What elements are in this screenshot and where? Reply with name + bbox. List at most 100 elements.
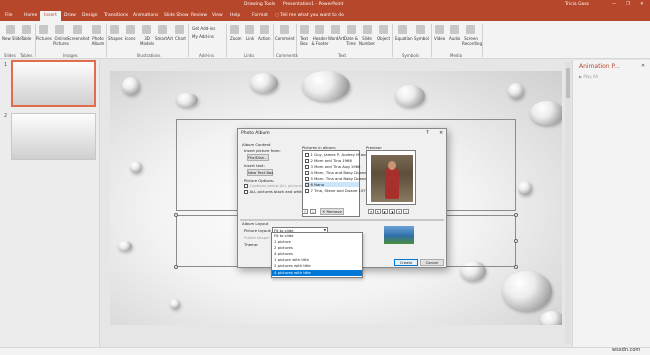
header-footer-icon[interactable] xyxy=(315,25,324,34)
captions-below-checkbox[interactable]: Captions below ALL pictures xyxy=(244,183,303,188)
slide-thumbnail-1[interactable] xyxy=(11,60,96,107)
pictures-button[interactable]: Pictures xyxy=(36,36,52,41)
vertical-scrollbar[interactable] xyxy=(565,62,571,344)
tab-review[interactable]: Review xyxy=(191,13,207,18)
zoom-button[interactable]: Zoom xyxy=(230,36,242,41)
file-disk-button[interactable]: File/Disk... xyxy=(247,154,269,161)
object-icon[interactable] xyxy=(379,25,388,34)
tab-draw[interactable]: Draw xyxy=(64,13,76,18)
my-add-ins-button[interactable]: My Add-ins xyxy=(192,34,214,39)
link-icon[interactable] xyxy=(245,25,254,34)
minimize-icon[interactable]: — xyxy=(612,2,617,7)
tab-format[interactable]: Format xyxy=(252,13,268,18)
screen-recording-button[interactable]: Screen Recording xyxy=(462,36,482,46)
video-icon[interactable] xyxy=(435,25,444,34)
smartart-button[interactable]: SmartArt xyxy=(155,36,173,41)
get-add-ins-button[interactable]: Get Add-ins xyxy=(192,26,215,31)
link-button[interactable]: Link xyxy=(246,36,254,41)
comment-icon[interactable] xyxy=(280,25,289,34)
remove-button[interactable]: ✕ Remove xyxy=(320,208,344,215)
wordart-button[interactable]: WordArt xyxy=(328,36,344,41)
tab-transitions[interactable]: Transitions xyxy=(104,13,128,18)
restore-icon[interactable]: ❐ xyxy=(626,2,630,7)
dropdown-option-highlighted[interactable]: 4 pictures with title xyxy=(272,270,362,276)
resize-handle[interactable] xyxy=(514,213,518,217)
user-name[interactable]: Tricia Goss xyxy=(565,2,589,7)
icons-icon[interactable] xyxy=(126,25,135,34)
shapes-button[interactable]: Shapes xyxy=(108,36,123,41)
rotate-right-icon[interactable]: ↻ xyxy=(375,209,381,214)
pictures-icon[interactable] xyxy=(39,25,48,34)
table-button[interactable]: Table xyxy=(21,36,31,41)
wordart-icon[interactable] xyxy=(331,25,340,34)
header-footer-button[interactable]: Header & Footer xyxy=(311,36,329,46)
table-icon[interactable] xyxy=(22,25,31,34)
online-pictures-icon[interactable] xyxy=(55,25,64,34)
brightness-up-icon[interactable]: ☀ xyxy=(396,209,402,214)
tab-design[interactable]: Design xyxy=(82,13,98,18)
chart-icon[interactable] xyxy=(175,25,184,34)
dropdown-option[interactable]: 2 pictures with title xyxy=(274,263,311,269)
screenshot-button[interactable]: Screenshot xyxy=(67,36,89,41)
audio-icon[interactable] xyxy=(450,25,459,34)
tab-help[interactable]: Help xyxy=(230,13,240,18)
close-icon[interactable]: ✕ xyxy=(641,63,645,69)
list-item[interactable]: 2 Mom and Tina 1966 xyxy=(305,158,352,163)
date-time-icon[interactable] xyxy=(347,25,356,34)
shapes-icon[interactable] xyxy=(110,25,119,34)
resize-handle[interactable] xyxy=(514,265,518,269)
new-slide-icon[interactable] xyxy=(6,25,15,34)
action-icon[interactable] xyxy=(260,25,269,34)
move-down-icon[interactable]: ↓ xyxy=(310,209,316,214)
action-button[interactable]: Action xyxy=(258,36,271,41)
resize-handle[interactable] xyxy=(514,239,518,243)
symbol-button[interactable]: Symbol xyxy=(414,36,429,41)
smartart-icon[interactable] xyxy=(158,25,167,34)
resize-handle[interactable] xyxy=(174,213,178,217)
symbol-icon[interactable] xyxy=(416,25,425,34)
date-time-button[interactable]: Date & Time xyxy=(343,36,359,46)
tab-insert[interactable]: Insert xyxy=(40,11,61,21)
close-icon[interactable]: ✕ xyxy=(640,2,644,7)
play-all-button[interactable]: ▶ Play All xyxy=(579,74,598,79)
tab-slide-show[interactable]: Slide Show xyxy=(164,13,189,18)
tab-animations[interactable]: Animations xyxy=(133,13,158,18)
photo-album-button[interactable]: Photo Album xyxy=(89,36,107,46)
checkbox-checked[interactable]: ✓ xyxy=(305,183,309,187)
screen-recording-icon[interactable] xyxy=(466,25,475,34)
tab-file[interactable]: File xyxy=(5,13,13,18)
move-up-icon[interactable]: ↑ xyxy=(302,209,308,214)
3d-models-icon[interactable] xyxy=(142,25,151,34)
create-button[interactable]: Create xyxy=(394,259,418,266)
text-box-button[interactable]: Text Box xyxy=(298,36,310,46)
list-item[interactable]: 3 Mom and Tina Aug 1966 xyxy=(305,164,360,169)
new-text-box-button[interactable]: New Text Box xyxy=(247,169,273,176)
close-icon[interactable]: × xyxy=(439,130,443,136)
object-button[interactable]: Object xyxy=(377,36,390,41)
slide-number-button[interactable]: Slide Number xyxy=(359,36,375,46)
3d-models-button[interactable]: 3D Models xyxy=(140,36,154,46)
new-slide-button[interactable]: New Slide xyxy=(2,36,22,41)
equation-button[interactable]: Equation xyxy=(395,36,413,41)
audio-button[interactable]: Audio xyxy=(449,36,460,41)
rotate-left-icon[interactable]: ↺ xyxy=(368,209,374,214)
zoom-icon[interactable] xyxy=(230,25,239,34)
tab-view[interactable]: View xyxy=(212,13,223,18)
icons-button[interactable]: Icons xyxy=(125,36,135,41)
video-button[interactable]: Video xyxy=(434,36,445,41)
list-item[interactable]: 7 Tina, Steve and Duane 1972 xyxy=(305,188,368,193)
chart-button[interactable]: Chart xyxy=(175,36,186,41)
list-item[interactable]: 5 Mom, Tina and Baby Duane xyxy=(305,176,367,181)
list-item[interactable]: 4 Mom, Tina and Baby Duane Birt xyxy=(305,170,375,175)
cancel-button[interactable]: Cancel xyxy=(420,259,444,266)
text-box-icon[interactable] xyxy=(300,25,309,34)
help-icon[interactable]: ? xyxy=(426,130,429,136)
comment-button[interactable]: Comment xyxy=(275,36,295,41)
slide-number-icon[interactable] xyxy=(363,25,372,34)
pictures-list[interactable]: 1 Guy, James P, Audrey M and Paul M Coll… xyxy=(302,150,390,217)
contrast-down-icon[interactable]: ◑ xyxy=(389,209,395,214)
black-and-white-checkbox[interactable]: ALL pictures black and white xyxy=(244,189,304,194)
equation-icon[interactable] xyxy=(398,25,407,34)
tab-home[interactable]: Home xyxy=(24,13,37,18)
photo-album-icon[interactable] xyxy=(92,25,101,34)
